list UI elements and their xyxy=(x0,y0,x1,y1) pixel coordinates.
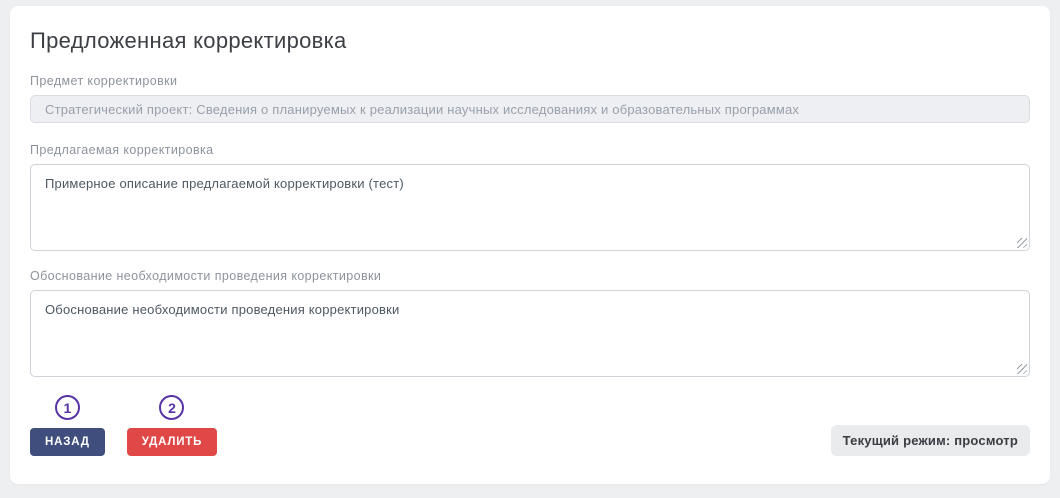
delete-button[interactable]: УДАЛИТЬ xyxy=(126,428,218,456)
form-card: Предложенная корректировка Предмет корре… xyxy=(10,6,1050,484)
page-title: Предложенная корректировка xyxy=(30,28,347,53)
justification-field-label: Обоснование необходимости проведения кор… xyxy=(30,269,382,283)
justification-textarea[interactable]: Обоснование необходимости проведения кор… xyxy=(30,290,1030,377)
annotation-1-badge: 1 xyxy=(54,395,80,420)
subject-field-label: Предмет корректировки xyxy=(30,74,178,88)
resize-handle-icon[interactable] xyxy=(1017,238,1027,248)
proposal-field-label: Предлагаемая корректировка xyxy=(30,143,214,157)
back-button[interactable]: НАЗАД xyxy=(30,428,105,456)
justification-textarea-wrap: Обоснование необходимости проведения кор… xyxy=(30,290,1030,377)
action-buttons: 1 НАЗАД 2 УДАЛИТЬ xyxy=(30,395,218,456)
annotation-2-badge: 2 xyxy=(159,395,185,420)
delete-action-group: 2 УДАЛИТЬ xyxy=(126,395,218,456)
proposal-textarea-wrap: Примерное описание предлагаемой корректи… xyxy=(30,164,1030,251)
form-footer: 1 НАЗАД 2 УДАЛИТЬ Текущий режим: просмот… xyxy=(30,395,1030,456)
proposal-textarea[interactable]: Примерное описание предлагаемой корректи… xyxy=(30,164,1030,251)
subject-input xyxy=(30,95,1030,123)
current-mode-badge: Текущий режим: просмотр xyxy=(830,425,1030,456)
resize-handle-icon[interactable] xyxy=(1017,364,1027,374)
back-action-group: 1 НАЗАД xyxy=(30,395,105,456)
